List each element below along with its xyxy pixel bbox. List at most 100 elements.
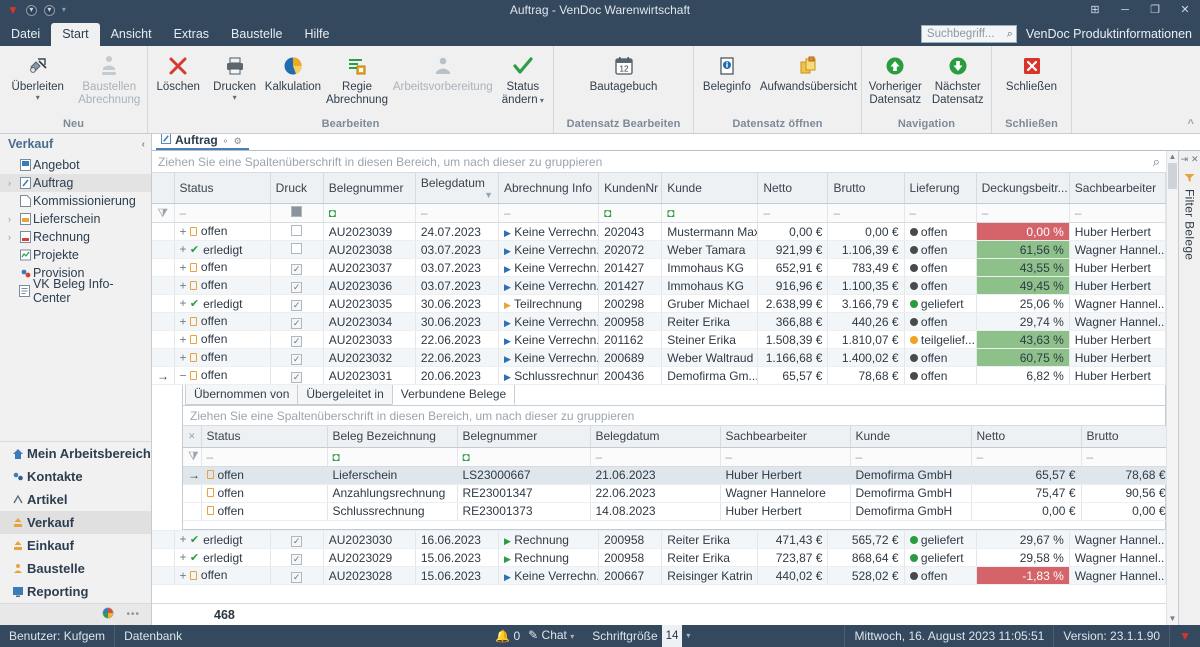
expand-row-icon[interactable]: + [180, 569, 187, 583]
sidebar-item-lieferschein[interactable]: › Lieferschein [0, 210, 151, 228]
detail-filter-cell-belegnummer[interactable]: ◘ [457, 447, 591, 467]
column-header-belegdatum[interactable]: Belegdatum ▼ [415, 173, 499, 204]
table-row[interactable]: + ✔ erledigt AU2023038 03.07.2023 ▶ Keine… [152, 240, 1166, 259]
table-row[interactable]: → offen Lieferschein LS23000667 21.06.20… [183, 466, 1166, 485]
expander-icon[interactable]: › [8, 214, 17, 224]
expand-row-icon[interactable]: + [180, 261, 187, 275]
cell-druck[interactable] [270, 240, 324, 259]
detail-column-header-brutto[interactable]: Brutto [1081, 426, 1166, 448]
filter-cell-deckungsbeitrag[interactable]: – [976, 203, 1070, 223]
cell-druck[interactable]: ✓ [270, 348, 324, 367]
column-chooser-icon[interactable]: ✕ [183, 426, 202, 448]
filter-cell-kundennr[interactable]: ◘ [598, 203, 663, 223]
scrollbar-thumb[interactable] [1168, 163, 1177, 189]
filter-cell-belegdatum[interactable]: – [415, 203, 499, 223]
table-row[interactable]: + ✔ erledigt ✓ AU2023035 30.06.2023 ▶ Tei… [152, 294, 1166, 313]
restore-down-icon[interactable]: ⊞ [1080, 0, 1110, 20]
chevron-down-icon[interactable]: ▾ [233, 94, 237, 102]
table-row[interactable]: offen Schlussrechnung RE23001373 14.08.2… [183, 502, 1166, 521]
expand-row-icon[interactable]: + [180, 296, 187, 310]
detail-column-header-belegnummer[interactable]: Belegnummer [457, 426, 591, 448]
sidebar-module-reporting[interactable]: Reporting [0, 580, 151, 603]
filter-cell-sachbearbeiter[interactable]: – [1069, 203, 1166, 223]
detail-filter-cell-status[interactable]: – [201, 447, 328, 467]
ribbon-button-ueberleiten[interactable]: Überleiten ▾ [2, 50, 74, 104]
filter-funnel-icon[interactable]: ⧩ [152, 203, 175, 223]
detail-filter-cell-netto[interactable]: – [971, 447, 1082, 467]
table-row[interactable]: + offen ✓ AU2023036 03.07.2023 ▶ Keine V… [152, 276, 1166, 295]
fontsize-value[interactable]: 14 [661, 625, 683, 647]
chat-button[interactable]: ✎ Chat ▾ [522, 624, 583, 647]
checkbox-checked-icon[interactable]: ✓ [291, 317, 303, 329]
cell-druck[interactable]: ✓ [270, 312, 324, 331]
ribbon-button-status-aendern[interactable]: Status ändern ▾ [495, 50, 551, 110]
menu-item-start[interactable]: Start [51, 23, 100, 46]
checkbox-checked-icon[interactable]: ✓ [291, 299, 303, 311]
detail-tab-verbundene-belege[interactable]: Verbundene Belege [391, 384, 516, 405]
sidebar-item-kommissionierung[interactable]: Kommissionierung [0, 192, 151, 210]
sidebar-module-verkauf[interactable]: Verkauf [0, 511, 151, 534]
expand-row-icon[interactable]: + [180, 225, 187, 239]
grid-vertical-scrollbar[interactable]: ▲ ▼ [1166, 151, 1178, 625]
cell-druck[interactable]: ✓ [270, 294, 324, 313]
checkbox-checked-icon[interactable]: ✓ [291, 571, 303, 583]
ribbon-button-schliessen[interactable]: Schließen [998, 50, 1066, 97]
detail-tab-uebernommen-von[interactable]: Übernommen von [185, 384, 299, 405]
checkbox-checked-icon[interactable]: ✓ [291, 263, 303, 275]
table-row[interactable]: + ✔ erledigt ✓ AU2023030 16.06.2023 ▶ Rec… [152, 530, 1166, 549]
orders-filter-row[interactable]: ⧩ – ◘ – – ◘ ◘ – – – – – [152, 203, 1166, 223]
close-icon[interactable]: ✕ [1170, 0, 1200, 20]
detail-filter-cell-kunde[interactable]: – [850, 447, 972, 467]
detail-column-header-netto[interactable]: Netto [971, 426, 1082, 448]
window-buttons[interactable]: ⊞ ─ ❐ ✕ [1080, 0, 1200, 20]
search-icon[interactable]: ⌕ [1153, 154, 1160, 170]
scroll-up-icon[interactable]: ▲ [1169, 151, 1177, 163]
table-row[interactable]: + offen AU2023039 24.07.2023 ▶ Keine Ver… [152, 222, 1166, 241]
table-row[interactable]: + offen ✓ AU2023028 15.06.2023 ▶ Keine V… [152, 566, 1166, 585]
filter-cell-abrechnung[interactable]: – [498, 203, 600, 223]
chevron-down-icon[interactable]: ▾ [686, 625, 690, 647]
fontsize-control[interactable]: Schriftgröße 14 ▾ [583, 625, 694, 647]
chevron-down-icon[interactable]: ▾ [570, 632, 574, 641]
table-row[interactable]: → − offen ✓ AU2023031 20.06.2023 ▶ Schlu… [152, 366, 1166, 385]
search-input[interactable]: Suchbegriff... ⌕ [920, 25, 1017, 43]
table-row[interactable]: offen Anzahlungsrechnung RE23001347 22.0… [183, 484, 1166, 503]
detail-filter-cell-bezeichnung[interactable]: ◘ [327, 447, 458, 467]
undo-icon[interactable]: ▾ [43, 4, 55, 16]
main-grid-group-panel[interactable]: Ziehen Sie eine Spaltenüberschrift in di… [152, 151, 1166, 173]
detail-column-header-belegdatum[interactable]: Belegdatum [590, 426, 721, 448]
collapse-row-icon[interactable]: − [180, 369, 187, 383]
filter-cell-druck[interactable] [270, 203, 324, 223]
column-header-sachbearbeiter[interactable]: Sachbearbeiter [1069, 173, 1166, 204]
pin-panel-icon[interactable]: ⇥ [1180, 154, 1188, 165]
filter-funnel-icon[interactable]: ⧩ [183, 447, 202, 467]
cell-druck[interactable]: ✓ [270, 530, 324, 549]
detail-grid-group-panel[interactable]: Ziehen Sie eine Spaltenüberschrift in di… [183, 405, 1165, 426]
detail-column-header-beleg-bezeichnung[interactable]: Beleg Bezeichnung [327, 426, 458, 448]
config-wheel-icon[interactable] [102, 607, 114, 622]
search-icon[interactable]: ⌕ [1007, 28, 1013, 41]
expand-row-icon[interactable]: + [180, 279, 187, 293]
column-header-kunde[interactable]: Kunde [661, 173, 759, 204]
detail-filter-cell-brutto[interactable]: – [1081, 447, 1166, 467]
table-row[interactable]: + ✔ erledigt ✓ AU2023029 15.06.2023 ▶ Rec… [152, 548, 1166, 567]
cell-druck[interactable]: ✓ [270, 276, 324, 295]
filter-cell-kunde[interactable]: ◘ [661, 203, 759, 223]
cell-druck[interactable] [270, 222, 324, 241]
chevron-down-icon[interactable]: ▾ [538, 96, 544, 105]
cell-druck[interactable]: ✓ [270, 366, 324, 385]
detail-column-header-kunde[interactable]: Kunde [850, 426, 972, 448]
filter-cell-netto[interactable]: – [757, 203, 829, 223]
document-tab-auftrag[interactable]: Auftrag ⚬ ⚙ [156, 132, 249, 150]
ribbon-button-drucken[interactable]: Drucken ▾ [206, 50, 262, 104]
sidebar-module-artikel[interactable]: Artikel [0, 488, 151, 511]
checkbox-checked-icon[interactable]: ✓ [291, 335, 303, 347]
ribbon-button-vorheriger-datensatz[interactable]: Vorheriger Datensatz [864, 50, 927, 110]
checkbox-checked-icon[interactable]: ✓ [291, 353, 303, 365]
ribbon-button-loeschen[interactable]: Löschen [150, 50, 206, 97]
menu-item-extras[interactable]: Extras [163, 23, 220, 46]
table-row[interactable]: + offen ✓ AU2023037 03.07.2023 ▶ Keine V… [152, 258, 1166, 277]
checkbox-checked-icon[interactable]: ✓ [291, 281, 303, 293]
expand-row-icon[interactable]: + [180, 315, 187, 329]
ribbon-button-aufwandsuebersicht[interactable]: Aufwandsübersicht [758, 50, 859, 97]
